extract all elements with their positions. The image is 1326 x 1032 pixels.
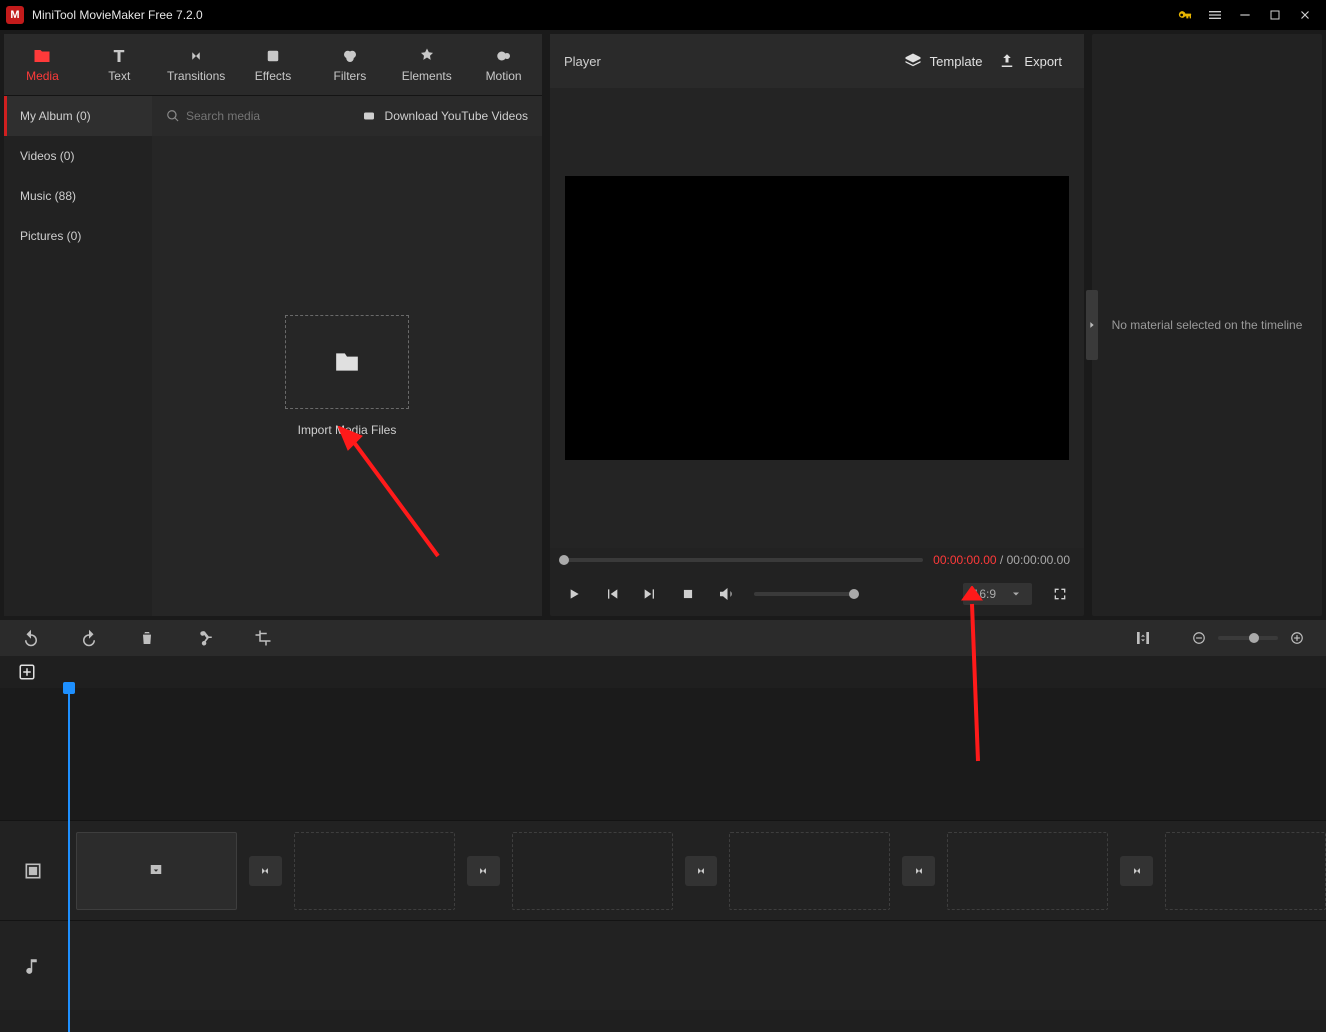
transition-slot[interactable] <box>467 856 500 886</box>
prev-frame-button[interactable] <box>602 584 622 604</box>
media-area: Download YouTube Videos Import Media Fil… <box>152 96 542 616</box>
sidebar-item-myalbum[interactable]: My Album (0) <box>4 96 152 136</box>
media-categories: My Album (0) Videos (0) Music (88) Pictu… <box>4 96 152 616</box>
next-frame-button[interactable] <box>640 584 660 604</box>
zoom-control <box>1190 629 1306 647</box>
transition-slot[interactable] <box>685 856 718 886</box>
transition-slot[interactable] <box>249 856 282 886</box>
tab-filters-label: Filters <box>334 69 367 83</box>
timecode-total: 00:00:00.00 <box>1007 553 1070 567</box>
minimize-button[interactable] <box>1230 0 1260 30</box>
volume-icon[interactable] <box>716 584 736 604</box>
tab-media-label: Media <box>26 69 59 83</box>
tab-text[interactable]: Text <box>81 34 158 95</box>
tab-effects-label: Effects <box>255 69 291 83</box>
clip-slot[interactable] <box>729 832 890 910</box>
tab-motion-label: Motion <box>486 69 522 83</box>
play-button[interactable] <box>564 584 584 604</box>
clip-slot[interactable] <box>294 832 455 910</box>
timecode-sep: / <box>997 553 1007 567</box>
app-title: MiniTool MovieMaker Free 7.2.0 <box>32 8 203 22</box>
volume-slider[interactable] <box>754 592 854 596</box>
export-label: Export <box>1024 54 1062 69</box>
clip-slot[interactable] <box>512 832 673 910</box>
player-panel: Player Template Export 00:00:00.00 / 00:… <box>550 34 1084 616</box>
tab-elements-label: Elements <box>402 69 452 83</box>
zoom-in-button[interactable] <box>1288 629 1306 647</box>
video-track <box>0 820 1326 920</box>
template-button[interactable]: Template <box>896 46 991 76</box>
tab-text-label: Text <box>108 69 130 83</box>
tab-effects[interactable]: Effects <box>235 34 312 95</box>
tab-media[interactable]: Media <box>4 34 81 95</box>
import-media-button[interactable] <box>285 315 409 409</box>
clip-slot[interactable] <box>947 832 1108 910</box>
video-track-icon <box>0 861 66 881</box>
zoom-out-button[interactable] <box>1190 629 1208 647</box>
download-youtube-label: Download YouTube Videos <box>385 109 528 123</box>
audio-track-icon <box>0 957 66 975</box>
maximize-button[interactable] <box>1260 0 1290 30</box>
player-title: Player <box>564 54 601 69</box>
tab-motion[interactable]: Motion <box>465 34 542 95</box>
no-selection-message: No material selected on the timeline <box>1112 318 1303 332</box>
search-input[interactable] <box>186 109 326 123</box>
tab-transitions[interactable]: Transitions <box>158 34 235 95</box>
player-viewport <box>550 88 1084 548</box>
search-media[interactable] <box>166 109 353 123</box>
redo-button[interactable] <box>78 627 100 649</box>
undo-button[interactable] <box>20 627 42 649</box>
timeline-ruler[interactable] <box>0 688 1326 820</box>
player-scrubber[interactable] <box>564 558 923 562</box>
close-button[interactable] <box>1290 0 1320 30</box>
add-track-button[interactable] <box>16 661 38 683</box>
zoom-slider[interactable] <box>1218 636 1278 640</box>
audio-track <box>0 920 1326 1010</box>
key-icon[interactable] <box>1170 0 1200 30</box>
stop-button[interactable] <box>678 584 698 604</box>
clip-slot[interactable] <box>76 832 237 910</box>
tab-elements[interactable]: Elements <box>388 34 465 95</box>
sidebar-item-music[interactable]: Music (88) <box>4 176 152 216</box>
clip-slot[interactable] <box>1165 832 1326 910</box>
crop-button[interactable] <box>252 627 274 649</box>
fullscreen-button[interactable] <box>1050 584 1070 604</box>
menu-icon[interactable] <box>1200 0 1230 30</box>
sidebar-item-videos[interactable]: Videos (0) <box>4 136 152 176</box>
transition-slot[interactable] <box>902 856 935 886</box>
template-label: Template <box>930 54 983 69</box>
aspect-ratio-dropdown[interactable]: 16:9 <box>963 583 1032 605</box>
import-media-label: Import Media Files <box>298 423 397 437</box>
player-canvas <box>565 176 1069 460</box>
split-button[interactable] <box>194 627 216 649</box>
titlebar: M MiniTool MovieMaker Free 7.2.0 <box>0 0 1326 30</box>
sidebar-item-pictures[interactable]: Pictures (0) <box>4 216 152 256</box>
top-tabs: Media Text Transitions Effects Filters <box>4 34 542 96</box>
timecode-current: 00:00:00.00 <box>933 553 996 567</box>
download-youtube-button[interactable]: Download YouTube Videos <box>361 109 528 123</box>
tab-transitions-label: Transitions <box>167 69 225 83</box>
properties-panel: No material selected on the timeline <box>1092 34 1322 616</box>
collapse-right-panel[interactable] <box>1086 290 1098 360</box>
transition-slot[interactable] <box>1120 856 1153 886</box>
timeline-toolbar <box>0 620 1326 656</box>
media-panel: Media Text Transitions Effects Filters <box>4 34 542 616</box>
delete-button[interactable] <box>136 627 158 649</box>
fit-timeline-button[interactable] <box>1132 627 1154 649</box>
timeline <box>0 656 1326 1032</box>
tab-filters[interactable]: Filters <box>311 34 388 95</box>
aspect-ratio-value: 16:9 <box>973 587 996 601</box>
export-button[interactable]: Export <box>990 46 1070 76</box>
playhead[interactable] <box>68 688 70 1032</box>
app-logo: M <box>6 6 24 24</box>
